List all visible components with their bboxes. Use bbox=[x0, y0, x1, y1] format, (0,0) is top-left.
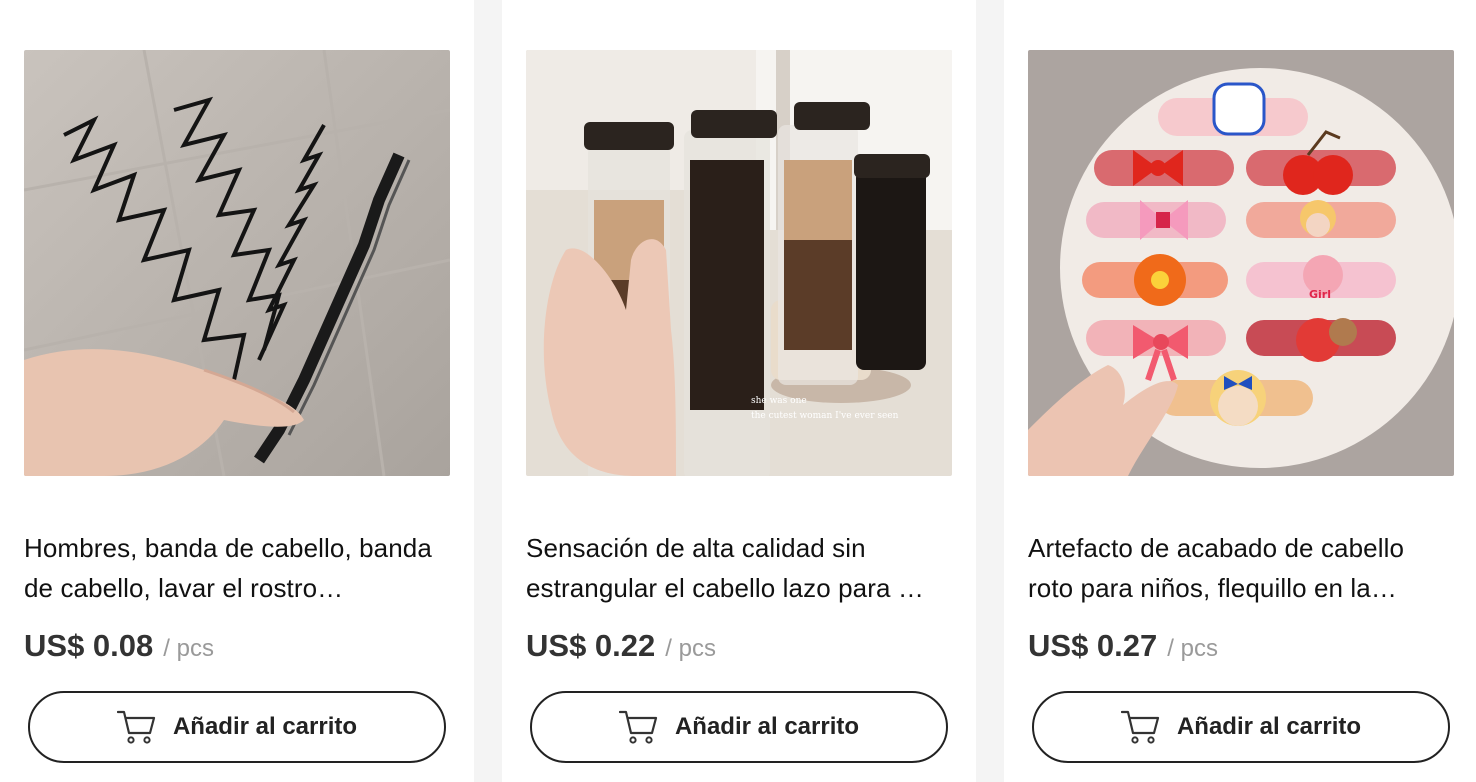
shopping-cart-icon bbox=[618, 709, 659, 745]
add-to-cart-button[interactable]: Añadir al carrito bbox=[28, 691, 446, 763]
price-row: US$ 0.22 / pcs bbox=[526, 628, 716, 672]
shopping-cart-icon bbox=[116, 709, 157, 745]
image-caption-line1: she was one bbox=[751, 396, 807, 406]
product-price: US$ 0.08 bbox=[24, 628, 154, 663]
product-image-wave-headbands[interactable] bbox=[24, 50, 450, 476]
price-row: US$ 0.27 / pcs bbox=[1028, 628, 1218, 672]
product-card[interactable]: she was one the cutest woman I've ever s… bbox=[502, 0, 976, 782]
product-grid: Hombres, banda de cabello, banda de cabe… bbox=[0, 0, 1476, 782]
price-unit: / pcs bbox=[1167, 635, 1218, 662]
add-to-cart-button[interactable]: Añadir al carrito bbox=[1032, 691, 1450, 763]
add-to-cart-label: Añadir al carrito bbox=[172, 713, 358, 740]
shopping-cart-icon bbox=[1120, 709, 1161, 745]
add-to-cart-label: Añadir al carrito bbox=[1176, 713, 1362, 740]
image-badge-girl: Girl bbox=[1309, 288, 1331, 301]
product-title[interactable]: Hombres, banda de cabello, banda de cabe… bbox=[24, 528, 450, 608]
image-caption-line2: the cutest woman I've ever seen bbox=[751, 411, 899, 421]
product-card[interactable]: Girl Artefacto de acabado de cabello rot… bbox=[1004, 0, 1476, 782]
product-card[interactable]: Hombres, banda de cabello, banda de cabe… bbox=[0, 0, 474, 782]
price-row: US$ 0.08 / pcs bbox=[24, 628, 214, 672]
add-to-cart-button[interactable]: Añadir al carrito bbox=[530, 691, 948, 763]
product-title[interactable]: Sensación de alta calidad sin estrangula… bbox=[526, 528, 952, 608]
price-unit: / pcs bbox=[665, 635, 716, 662]
product-price: US$ 0.22 bbox=[526, 628, 656, 663]
product-title[interactable]: Artefacto de acabado de cabello roto par… bbox=[1028, 528, 1454, 608]
price-unit: / pcs bbox=[163, 635, 214, 662]
add-to-cart-label: Añadir al carrito bbox=[674, 713, 860, 740]
product-price: US$ 0.27 bbox=[1028, 628, 1158, 663]
product-image-hair-tie-tubes[interactable]: she was one the cutest woman I've ever s… bbox=[526, 50, 952, 476]
product-image-kids-hair-clips[interactable]: Girl bbox=[1028, 50, 1454, 476]
